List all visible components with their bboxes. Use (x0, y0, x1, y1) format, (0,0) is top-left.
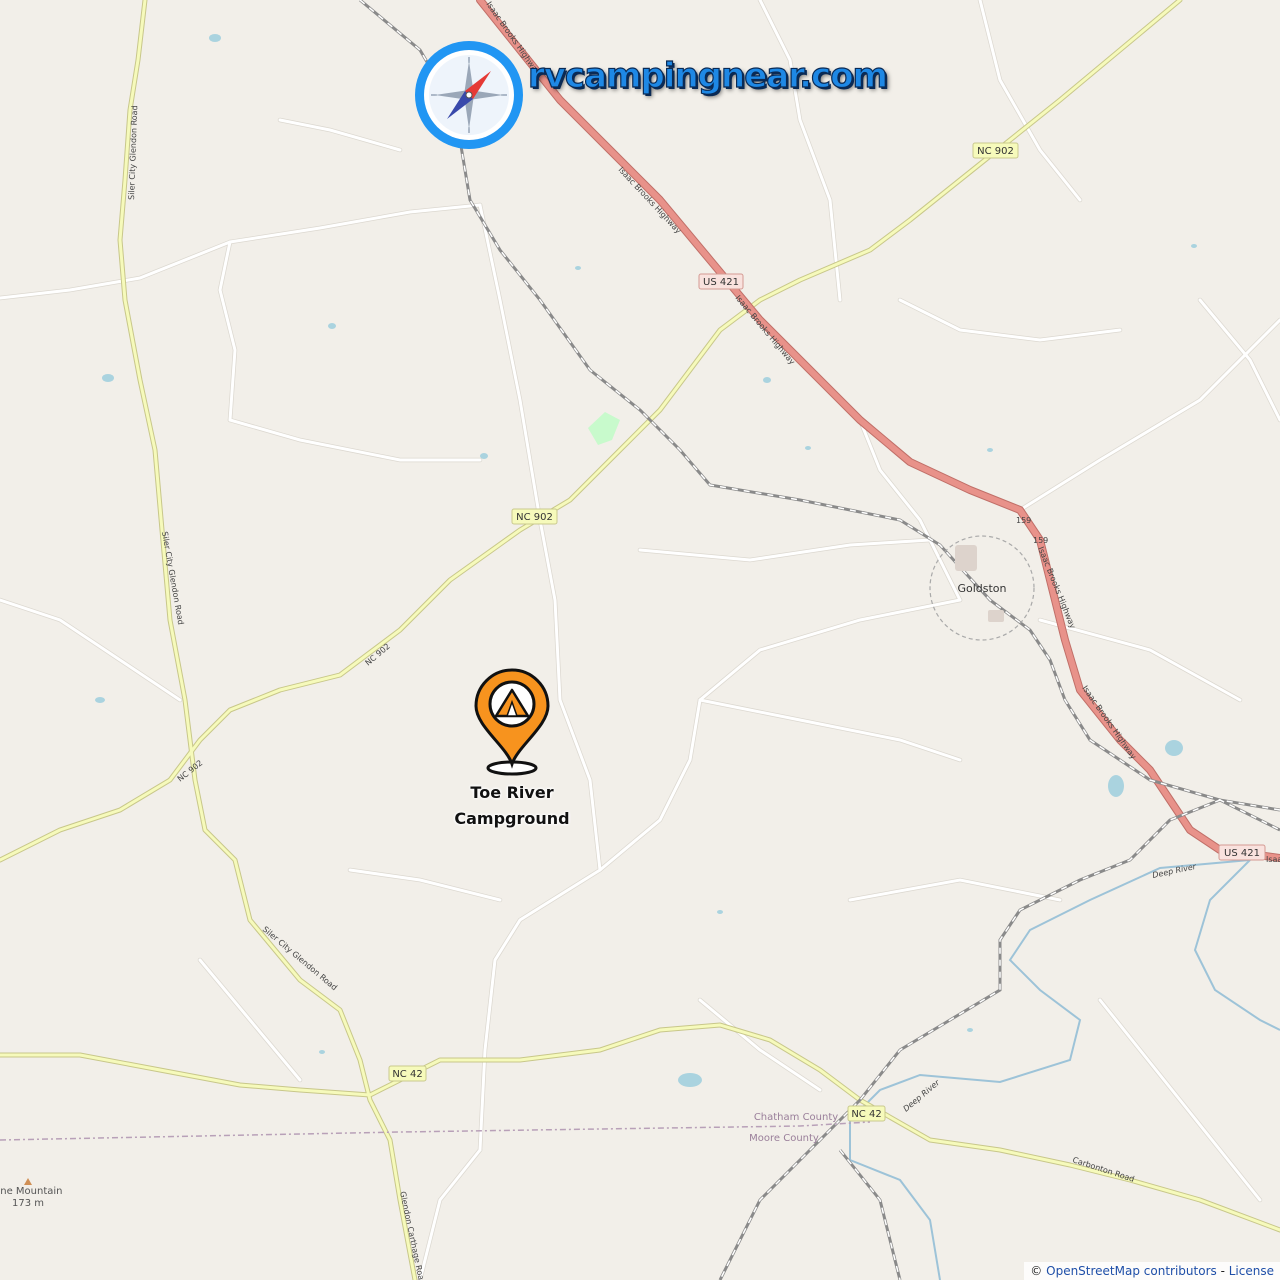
county-label: Moore County (749, 1133, 819, 1144)
campground-name-line1: Toe River (470, 783, 554, 802)
road-shield: US 421 (1218, 844, 1266, 861)
svg-text:NC 902: NC 902 (516, 512, 553, 523)
svg-text:US 421: US 421 (703, 277, 739, 288)
road-shield: NC 42 (388, 1065, 427, 1082)
campground-name-line2: Campground (454, 809, 570, 828)
map-canvas[interactable]: NC 902 NC 902 US 421 US 421 NC 42 NC 42 … (0, 0, 1280, 1280)
svg-text:NC 42: NC 42 (392, 1069, 422, 1080)
compass-icon[interactable] (415, 41, 523, 149)
campground-name: Toe River Campground (452, 780, 572, 832)
site-brand-text[interactable]: rvcampingnear.com (527, 55, 888, 96)
svg-text:US 421: US 421 (1224, 848, 1260, 859)
road-label: Isaa (1266, 855, 1280, 864)
town-label: Goldston (957, 582, 1006, 595)
attribution-separator: - (1220, 1264, 1225, 1278)
road-shield: NC 42 (847, 1105, 886, 1122)
county-label: Chatham County (754, 1112, 838, 1123)
license-link[interactable]: License (1229, 1264, 1274, 1278)
map-attribution: © OpenStreetMap contributors - License (1024, 1262, 1280, 1280)
osm-contributors-link[interactable]: OpenStreetMap contributors (1046, 1264, 1217, 1278)
road-shield: US 421 (698, 273, 744, 290)
svg-text:NC 902: NC 902 (977, 146, 1014, 157)
road-shield: NC 902 (972, 142, 1019, 159)
route-number: 159 (1016, 516, 1031, 525)
peak-label: ine Mountain (0, 1186, 63, 1197)
route-number: 159 (1033, 536, 1048, 545)
peak-elevation: 173 m (12, 1198, 44, 1209)
svg-text:NC 42: NC 42 (851, 1109, 881, 1120)
road-shield: NC 902 (511, 508, 558, 525)
copyright-symbol: © (1030, 1264, 1043, 1278)
